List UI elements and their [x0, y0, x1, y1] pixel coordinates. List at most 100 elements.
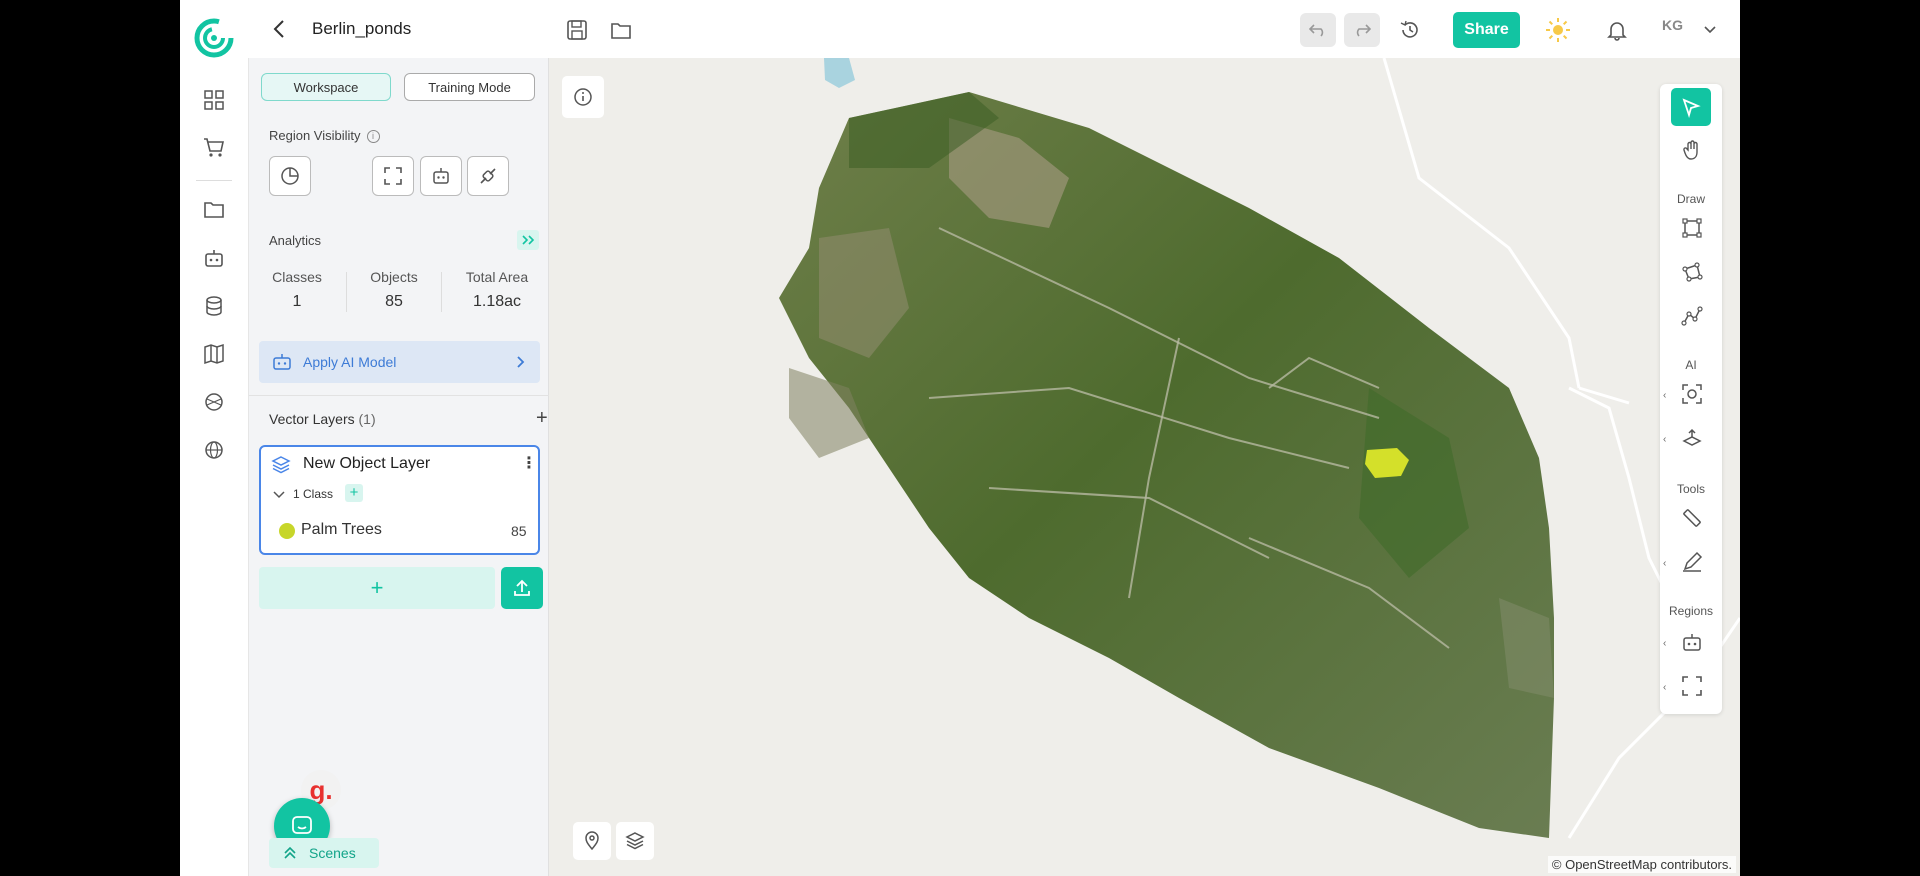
folder-icon: [204, 202, 224, 218]
vector-layers-heading: Vector Layers (1): [269, 411, 376, 427]
draw-rectangle-tool[interactable]: [1676, 212, 1708, 244]
save-icon: [567, 20, 587, 40]
info-icon[interactable]: i: [366, 130, 380, 144]
draw-polygon-tool[interactable]: [1676, 256, 1708, 288]
pan-tool[interactable]: [1676, 134, 1708, 166]
ai-region-tool[interactable]: [1676, 626, 1708, 658]
rail-dashboard[interactable]: [200, 86, 228, 114]
chat-icon: [292, 816, 312, 834]
class-color-dot[interactable]: [279, 523, 295, 539]
scenes-button[interactable]: Scenes: [269, 838, 379, 868]
rail-3d[interactable]: [200, 388, 228, 416]
theme-toggle-button[interactable]: [1544, 16, 1572, 44]
locate-button[interactable]: [573, 822, 611, 860]
rail-web[interactable]: [200, 436, 228, 464]
expand-regions-left[interactable]: ‹: [1663, 638, 1666, 649]
basemap-layers-button[interactable]: [616, 822, 654, 860]
expand-ai-tool-left[interactable]: ‹: [1663, 434, 1666, 445]
globe-icon: [205, 441, 223, 459]
map-attribution[interactable]: © OpenStreetMap contributors.: [1547, 856, 1736, 873]
chevron-right-icon: [517, 356, 525, 368]
top-bar: Berlin_ponds Share KG: [180, 0, 1740, 58]
rail-maps[interactable]: [200, 340, 228, 368]
ai-segment-tool[interactable]: [1676, 422, 1708, 454]
database-icon: [206, 296, 222, 316]
undo-icon: [1309, 24, 1324, 37]
layer-name: New Object Layer: [303, 455, 431, 472]
bounding-box-icon: [1682, 218, 1702, 238]
tools-group-label: Tools: [1676, 482, 1705, 496]
add-layer-button[interactable]: +: [259, 567, 495, 609]
region-visibility-heading: Region Visibility i: [269, 128, 380, 144]
app-window: Berlin_ponds Share KG Workspace Training…: [180, 0, 1740, 876]
ai-group-label: AI: [1685, 358, 1697, 372]
map-toolbar: Draw AI ‹ ‹ Tools ‹ Regions ‹ ‹: [1660, 84, 1722, 714]
rail-datasets[interactable]: [200, 292, 228, 320]
region-link-button[interactable]: [467, 156, 509, 196]
ai-detect-tool[interactable]: [1676, 378, 1708, 410]
back-button[interactable]: [265, 15, 293, 43]
workspace-mode-button[interactable]: Workspace: [261, 73, 391, 101]
ai-region-button[interactable]: [420, 156, 462, 196]
dashboard-icon: [204, 90, 224, 110]
bell-icon: [1607, 22, 1627, 41]
region-extent-tool[interactable]: [1676, 670, 1708, 702]
account-menu-toggle[interactable]: [1696, 16, 1724, 44]
info-icon: [574, 88, 592, 106]
apply-ai-model-button[interactable]: Apply AI Model: [259, 341, 540, 383]
double-chevron-up-icon: [284, 846, 296, 859]
cursor-icon: [1682, 98, 1701, 118]
rail-marketplace[interactable]: [200, 133, 228, 161]
fit-view-button[interactable]: [372, 156, 414, 196]
history-button[interactable]: [1396, 16, 1424, 44]
chevron-down-icon[interactable]: [273, 491, 285, 499]
expand-tools-left[interactable]: ‹: [1663, 558, 1666, 569]
training-mode-button[interactable]: Training Mode: [404, 73, 535, 101]
expand-analytics-button[interactable]: [517, 230, 539, 250]
chevron-down-icon: [1704, 26, 1716, 34]
robot-icon: [205, 250, 223, 267]
add-vector-layer-button[interactable]: +: [536, 407, 548, 430]
map-icon: [204, 343, 224, 365]
map-info-button[interactable]: [562, 76, 604, 118]
layer-card[interactable]: New Object Layer ⋮ 1 Class + Palm Trees …: [259, 445, 540, 555]
open-folder-button[interactable]: [607, 16, 635, 44]
project-title: Berlin_ponds: [312, 19, 412, 38]
rail-ai-models[interactable]: [200, 244, 228, 272]
regions-group-label: Regions: [1668, 604, 1714, 618]
sun-icon: [1546, 18, 1570, 42]
map-canvas[interactable]: © OpenStreetMap contributors.: [549, 58, 1740, 876]
history-icon: [1400, 20, 1418, 38]
user-avatar[interactable]: KG: [1662, 17, 1683, 33]
app-logo[interactable]: [192, 16, 236, 60]
annotate-tool[interactable]: [1676, 546, 1708, 578]
panel-divider: [249, 395, 550, 396]
notifications-button[interactable]: [1603, 16, 1631, 44]
select-tool[interactable]: [1671, 88, 1711, 126]
region-pie-button[interactable]: [269, 156, 311, 196]
redo-button[interactable]: [1344, 13, 1380, 47]
stat-objects: Objects 85: [370, 269, 418, 310]
rail-projects[interactable]: [200, 196, 228, 224]
measure-tool[interactable]: [1676, 502, 1708, 534]
map-basemap: [779, 58, 1740, 839]
double-chevron-right-icon: [522, 235, 535, 245]
layer-class-count: 1 Class: [293, 487, 334, 501]
magic-stack-icon: [1682, 428, 1702, 446]
side-panel: Workspace Training Mode Region Visibilit…: [248, 58, 550, 876]
save-button[interactable]: [563, 16, 591, 44]
upload-layer-button[interactable]: [501, 567, 543, 609]
pencil-icon: [1683, 551, 1703, 572]
draw-polyline-tool[interactable]: [1676, 300, 1708, 332]
expand-ai-tool-left[interactable]: ‹: [1663, 390, 1666, 401]
left-rail: [180, 58, 248, 876]
class-name[interactable]: Palm Trees: [301, 521, 382, 539]
add-class-button[interactable]: +: [345, 484, 363, 502]
robot-icon: [433, 168, 449, 184]
draw-group-label: Draw: [1676, 192, 1705, 206]
undo-button[interactable]: [1300, 13, 1336, 47]
expand-regions-left[interactable]: ‹: [1663, 682, 1666, 693]
redo-icon: [1356, 24, 1371, 37]
layer-menu-button[interactable]: ⋮: [521, 453, 537, 473]
share-button[interactable]: Share: [1453, 12, 1520, 48]
